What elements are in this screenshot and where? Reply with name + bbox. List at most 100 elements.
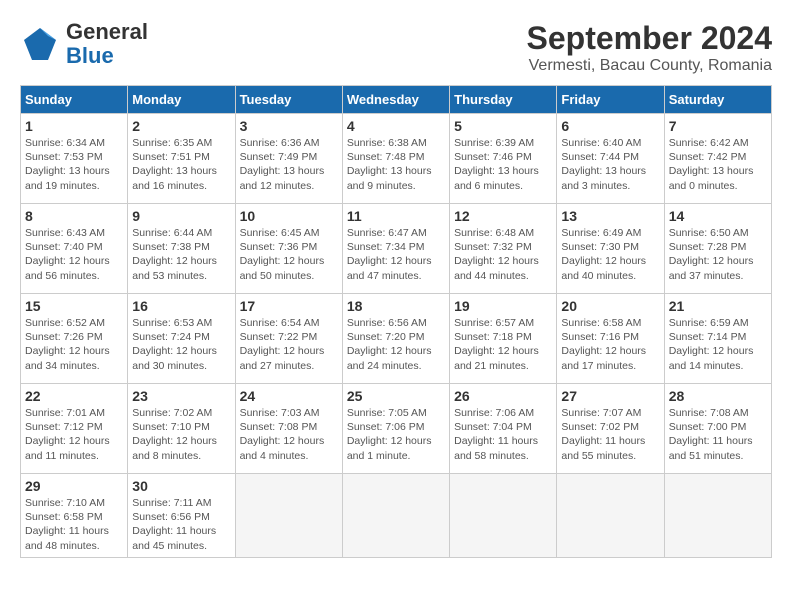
day-info: Sunrise: 6:56 AMSunset: 7:20 PMDaylight:… — [347, 316, 445, 373]
day-info: Sunrise: 6:42 AMSunset: 7:42 PMDaylight:… — [669, 136, 767, 193]
calendar-day-14: 14 Sunrise: 6:50 AMSunset: 7:28 PMDayligh… — [664, 204, 771, 294]
calendar-day-20: 20 Sunrise: 6:58 AMSunset: 7:16 PMDayligh… — [557, 294, 664, 384]
day-number: 2 — [132, 118, 230, 134]
calendar-day-11: 11 Sunrise: 6:47 AMSunset: 7:34 PMDayligh… — [342, 204, 449, 294]
calendar-empty-cell — [450, 474, 557, 558]
day-number: 28 — [669, 388, 767, 404]
day-info: Sunrise: 6:45 AMSunset: 7:36 PMDaylight:… — [240, 226, 338, 283]
day-number: 29 — [25, 478, 123, 494]
calendar-day-25: 25 Sunrise: 7:05 AMSunset: 7:06 PMDayligh… — [342, 384, 449, 474]
day-info: Sunrise: 6:57 AMSunset: 7:18 PMDaylight:… — [454, 316, 552, 373]
day-number: 8 — [25, 208, 123, 224]
day-info: Sunrise: 6:52 AMSunset: 7:26 PMDaylight:… — [25, 316, 123, 373]
calendar-day-9: 9 Sunrise: 6:44 AMSunset: 7:38 PMDaylight… — [128, 204, 235, 294]
day-info: Sunrise: 6:48 AMSunset: 7:32 PMDaylight:… — [454, 226, 552, 283]
day-info: Sunrise: 6:50 AMSunset: 7:28 PMDaylight:… — [669, 226, 767, 283]
day-info: Sunrise: 6:40 AMSunset: 7:44 PMDaylight:… — [561, 136, 659, 193]
day-number: 16 — [132, 298, 230, 314]
day-number: 15 — [25, 298, 123, 314]
day-info: Sunrise: 6:38 AMSunset: 7:48 PMDaylight:… — [347, 136, 445, 193]
day-number: 26 — [454, 388, 552, 404]
weekday-header-sunday: Sunday — [21, 86, 128, 114]
page-title: September 2024 — [527, 20, 772, 57]
weekday-header-wednesday: Wednesday — [342, 86, 449, 114]
day-info: Sunrise: 6:35 AMSunset: 7:51 PMDaylight:… — [132, 136, 230, 193]
day-info: Sunrise: 6:36 AMSunset: 7:49 PMDaylight:… — [240, 136, 338, 193]
day-info: Sunrise: 7:10 AMSunset: 6:58 PMDaylight:… — [25, 496, 123, 553]
calendar-day-27: 27 Sunrise: 7:07 AMSunset: 7:02 PMDayligh… — [557, 384, 664, 474]
day-info: Sunrise: 6:54 AMSunset: 7:22 PMDaylight:… — [240, 316, 338, 373]
day-info: Sunrise: 7:05 AMSunset: 7:06 PMDaylight:… — [347, 406, 445, 463]
day-number: 24 — [240, 388, 338, 404]
day-info: Sunrise: 6:53 AMSunset: 7:24 PMDaylight:… — [132, 316, 230, 373]
day-number: 18 — [347, 298, 445, 314]
calendar-day-4: 4 Sunrise: 6:38 AMSunset: 7:48 PMDaylight… — [342, 114, 449, 204]
calendar-day-1: 1Sunrise: 6:34 AMSunset: 7:53 PMDaylight… — [21, 114, 128, 204]
day-number: 6 — [561, 118, 659, 134]
weekday-header-friday: Friday — [557, 86, 664, 114]
day-number: 1 — [25, 118, 123, 134]
calendar-day-23: 23Sunrise: 7:02 AMSunset: 7:10 PMDayligh… — [128, 384, 235, 474]
calendar-day-22: 22Sunrise: 7:01 AMSunset: 7:12 PMDayligh… — [21, 384, 128, 474]
calendar-day-21: 21 Sunrise: 6:59 AMSunset: 7:14 PMDayligh… — [664, 294, 771, 384]
day-number: 12 — [454, 208, 552, 224]
calendar-day-19: 19 Sunrise: 6:57 AMSunset: 7:18 PMDayligh… — [450, 294, 557, 384]
day-number: 30 — [132, 478, 230, 494]
day-number: 17 — [240, 298, 338, 314]
calendar-day-8: 8 Sunrise: 6:43 AMSunset: 7:40 PMDaylight… — [21, 204, 128, 294]
calendar-week-4: 22Sunrise: 7:01 AMSunset: 7:12 PMDayligh… — [21, 384, 772, 474]
day-info: Sunrise: 6:47 AMSunset: 7:34 PMDaylight:… — [347, 226, 445, 283]
weekday-header-monday: Monday — [128, 86, 235, 114]
calendar-day-28: 28 Sunrise: 7:08 AMSunset: 7:00 PMDayligh… — [664, 384, 771, 474]
calendar-day-10: 10Sunrise: 6:45 AMSunset: 7:36 PMDayligh… — [235, 204, 342, 294]
calendar-header-row: SundayMondayTuesdayWednesdayThursdayFrid… — [21, 86, 772, 114]
weekday-header-saturday: Saturday — [664, 86, 771, 114]
day-number: 4 — [347, 118, 445, 134]
day-number: 11 — [347, 208, 445, 224]
day-info: Sunrise: 7:03 AMSunset: 7:08 PMDaylight:… — [240, 406, 338, 463]
day-number: 25 — [347, 388, 445, 404]
day-number: 20 — [561, 298, 659, 314]
logo: General Blue — [20, 20, 148, 68]
day-info: Sunrise: 6:43 AMSunset: 7:40 PMDaylight:… — [25, 226, 123, 283]
calendar-day-7: 7Sunrise: 6:42 AMSunset: 7:42 PMDaylight… — [664, 114, 771, 204]
day-info: Sunrise: 6:39 AMSunset: 7:46 PMDaylight:… — [454, 136, 552, 193]
page-header: General Blue September 2024 Vermesti, Ba… — [20, 20, 772, 75]
day-info: Sunrise: 6:44 AMSunset: 7:38 PMDaylight:… — [132, 226, 230, 283]
calendar-empty-cell — [664, 474, 771, 558]
day-info: Sunrise: 7:08 AMSunset: 7:00 PMDaylight:… — [669, 406, 767, 463]
day-number: 3 — [240, 118, 338, 134]
logo-text-general: General — [66, 19, 148, 44]
day-number: 5 — [454, 118, 552, 134]
calendar-week-5: 29 Sunrise: 7:10 AMSunset: 6:58 PMDayligh… — [21, 474, 772, 558]
calendar-empty-cell — [235, 474, 342, 558]
day-info: Sunrise: 6:59 AMSunset: 7:14 PMDaylight:… — [669, 316, 767, 373]
day-info: Sunrise: 6:58 AMSunset: 7:16 PMDaylight:… — [561, 316, 659, 373]
calendar-day-2: 2 Sunrise: 6:35 AMSunset: 7:51 PMDaylight… — [128, 114, 235, 204]
logo-icon — [20, 24, 60, 64]
calendar-day-17: 17 Sunrise: 6:54 AMSunset: 7:22 PMDayligh… — [235, 294, 342, 384]
calendar-day-29: 29 Sunrise: 7:10 AMSunset: 6:58 PMDayligh… — [21, 474, 128, 558]
page-subtitle: Vermesti, Bacau County, Romania — [527, 57, 772, 75]
logo-text-blue: Blue — [66, 43, 114, 68]
calendar-week-2: 8 Sunrise: 6:43 AMSunset: 7:40 PMDaylight… — [21, 204, 772, 294]
day-info: Sunrise: 6:49 AMSunset: 7:30 PMDaylight:… — [561, 226, 659, 283]
calendar-day-6: 6 Sunrise: 6:40 AMSunset: 7:44 PMDaylight… — [557, 114, 664, 204]
calendar-day-16: 16 Sunrise: 6:53 AMSunset: 7:24 PMDayligh… — [128, 294, 235, 384]
day-number: 14 — [669, 208, 767, 224]
title-block: September 2024 Vermesti, Bacau County, R… — [527, 20, 772, 75]
day-number: 21 — [669, 298, 767, 314]
day-number: 13 — [561, 208, 659, 224]
day-number: 19 — [454, 298, 552, 314]
day-number: 9 — [132, 208, 230, 224]
weekday-header-thursday: Thursday — [450, 86, 557, 114]
day-info: Sunrise: 7:07 AMSunset: 7:02 PMDaylight:… — [561, 406, 659, 463]
day-info: Sunrise: 7:02 AMSunset: 7:10 PMDaylight:… — [132, 406, 230, 463]
calendar-day-24: 24 Sunrise: 7:03 AMSunset: 7:08 PMDayligh… — [235, 384, 342, 474]
calendar-table: SundayMondayTuesdayWednesdayThursdayFrid… — [20, 85, 772, 558]
calendar-day-5: 5 Sunrise: 6:39 AMSunset: 7:46 PMDaylight… — [450, 114, 557, 204]
calendar-empty-cell — [342, 474, 449, 558]
calendar-week-3: 15 Sunrise: 6:52 AMSunset: 7:26 PMDayligh… — [21, 294, 772, 384]
calendar-day-12: 12 Sunrise: 6:48 AMSunset: 7:32 PMDayligh… — [450, 204, 557, 294]
day-number: 27 — [561, 388, 659, 404]
